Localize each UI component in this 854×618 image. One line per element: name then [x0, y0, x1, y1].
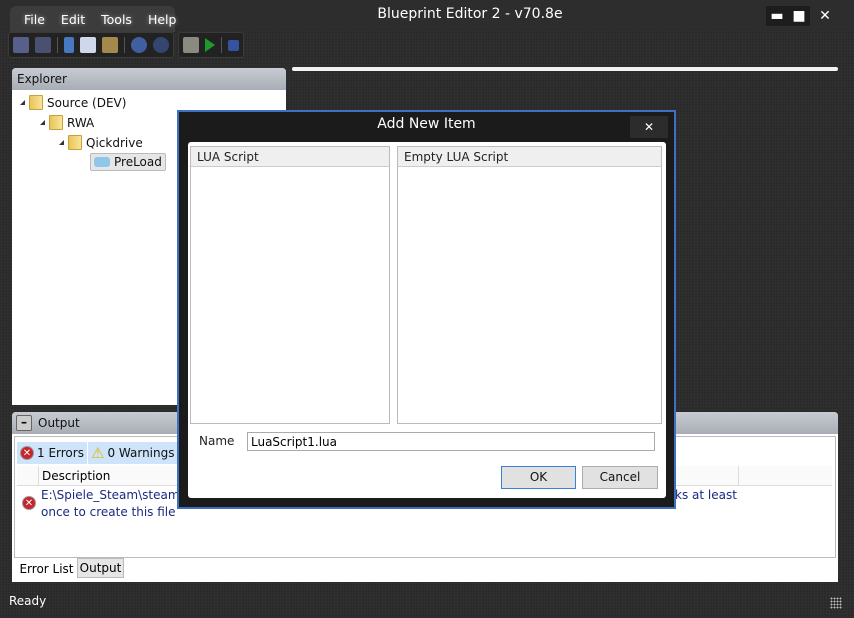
warnings-label: 0 Warnings [107, 446, 175, 460]
error-text-line2: once to create this file [41, 505, 176, 519]
tree-label: Qickdrive [86, 135, 143, 150]
warnings-filter[interactable]: ⚠ 0 Warnings [88, 442, 178, 464]
expand-icon[interactable] [20, 100, 25, 105]
run-icon[interactable] [205, 38, 215, 52]
collapse-button[interactable]: – [16, 415, 32, 431]
tab-error-list[interactable]: Error List [16, 558, 77, 579]
save-all-icon[interactable] [35, 37, 51, 53]
errors-label: 1 Errors [37, 446, 84, 460]
tree-label: RWA [67, 115, 95, 130]
menu-file[interactable]: File [16, 12, 53, 27]
name-input[interactable] [247, 432, 655, 451]
dialog-close-button[interactable]: ✕ [630, 116, 668, 138]
expand-icon[interactable] [59, 140, 64, 145]
resize-grip-icon[interactable] [830, 597, 842, 609]
save-icon[interactable] [13, 37, 29, 53]
tab-output[interactable]: Output [77, 558, 124, 578]
redo-icon[interactable] [153, 37, 169, 53]
app-title: Blueprint Editor 2 - v70.8e [377, 6, 563, 22]
menu-edit[interactable]: Edit [53, 12, 93, 27]
document-area [292, 67, 838, 71]
build-icon[interactable] [183, 37, 199, 53]
category-lua-script[interactable]: LUA Script [191, 147, 389, 167]
menu-help[interactable]: Help [140, 12, 185, 27]
category-list[interactable]: LUA Script [190, 146, 390, 424]
template-list[interactable]: Empty LUA Script [397, 146, 662, 424]
folder-icon [29, 95, 43, 110]
toolbar [8, 32, 244, 58]
error-icon: ✕ [22, 496, 36, 510]
ok-button[interactable]: OK [501, 466, 576, 489]
menu-tools[interactable]: Tools [93, 12, 140, 27]
template-empty-lua-script[interactable]: Empty LUA Script [398, 147, 661, 167]
column-description[interactable]: Description [38, 466, 110, 486]
stop-icon[interactable] [228, 39, 239, 51]
copy-icon[interactable] [80, 37, 96, 53]
tree-item-preload[interactable]: PreLoad [90, 153, 166, 171]
status-text: Ready [9, 594, 47, 608]
folder-icon [49, 115, 63, 130]
warning-icon: ⚠ [91, 444, 105, 462]
name-label: Name [199, 434, 235, 448]
menu-bar: File Edit Tools Help [10, 6, 176, 32]
expand-icon[interactable] [40, 120, 45, 125]
tree-item-source[interactable]: Source (DEV) [20, 95, 126, 110]
undo-icon[interactable] [131, 37, 147, 53]
maximize-button[interactable]: ■ [788, 6, 810, 26]
tree-label: PreLoad [114, 155, 162, 169]
tree-label: Source (DEV) [47, 95, 127, 110]
paste-icon[interactable] [102, 37, 118, 53]
errors-filter[interactable]: ✕ 1 Errors [17, 442, 87, 464]
minimize-button[interactable]: ▬ [766, 6, 788, 26]
error-text-end: ks at least [675, 488, 737, 502]
close-button[interactable]: ✕ [812, 6, 838, 26]
error-icon: ✕ [20, 446, 34, 460]
explorer-title: Explorer [12, 68, 286, 90]
folder-icon [68, 135, 82, 150]
cancel-button[interactable]: Cancel [582, 466, 658, 489]
tree-item-qickdrive[interactable]: Qickdrive [59, 135, 143, 150]
tree-item-rwa[interactable]: RWA [40, 115, 94, 130]
cut-icon[interactable] [64, 37, 74, 53]
script-icon [94, 157, 110, 167]
add-new-item-dialog: Add New Item ✕ LUA Script Empty LUA Scri… [177, 110, 676, 509]
dialog-title: Add New Item [377, 116, 476, 132]
